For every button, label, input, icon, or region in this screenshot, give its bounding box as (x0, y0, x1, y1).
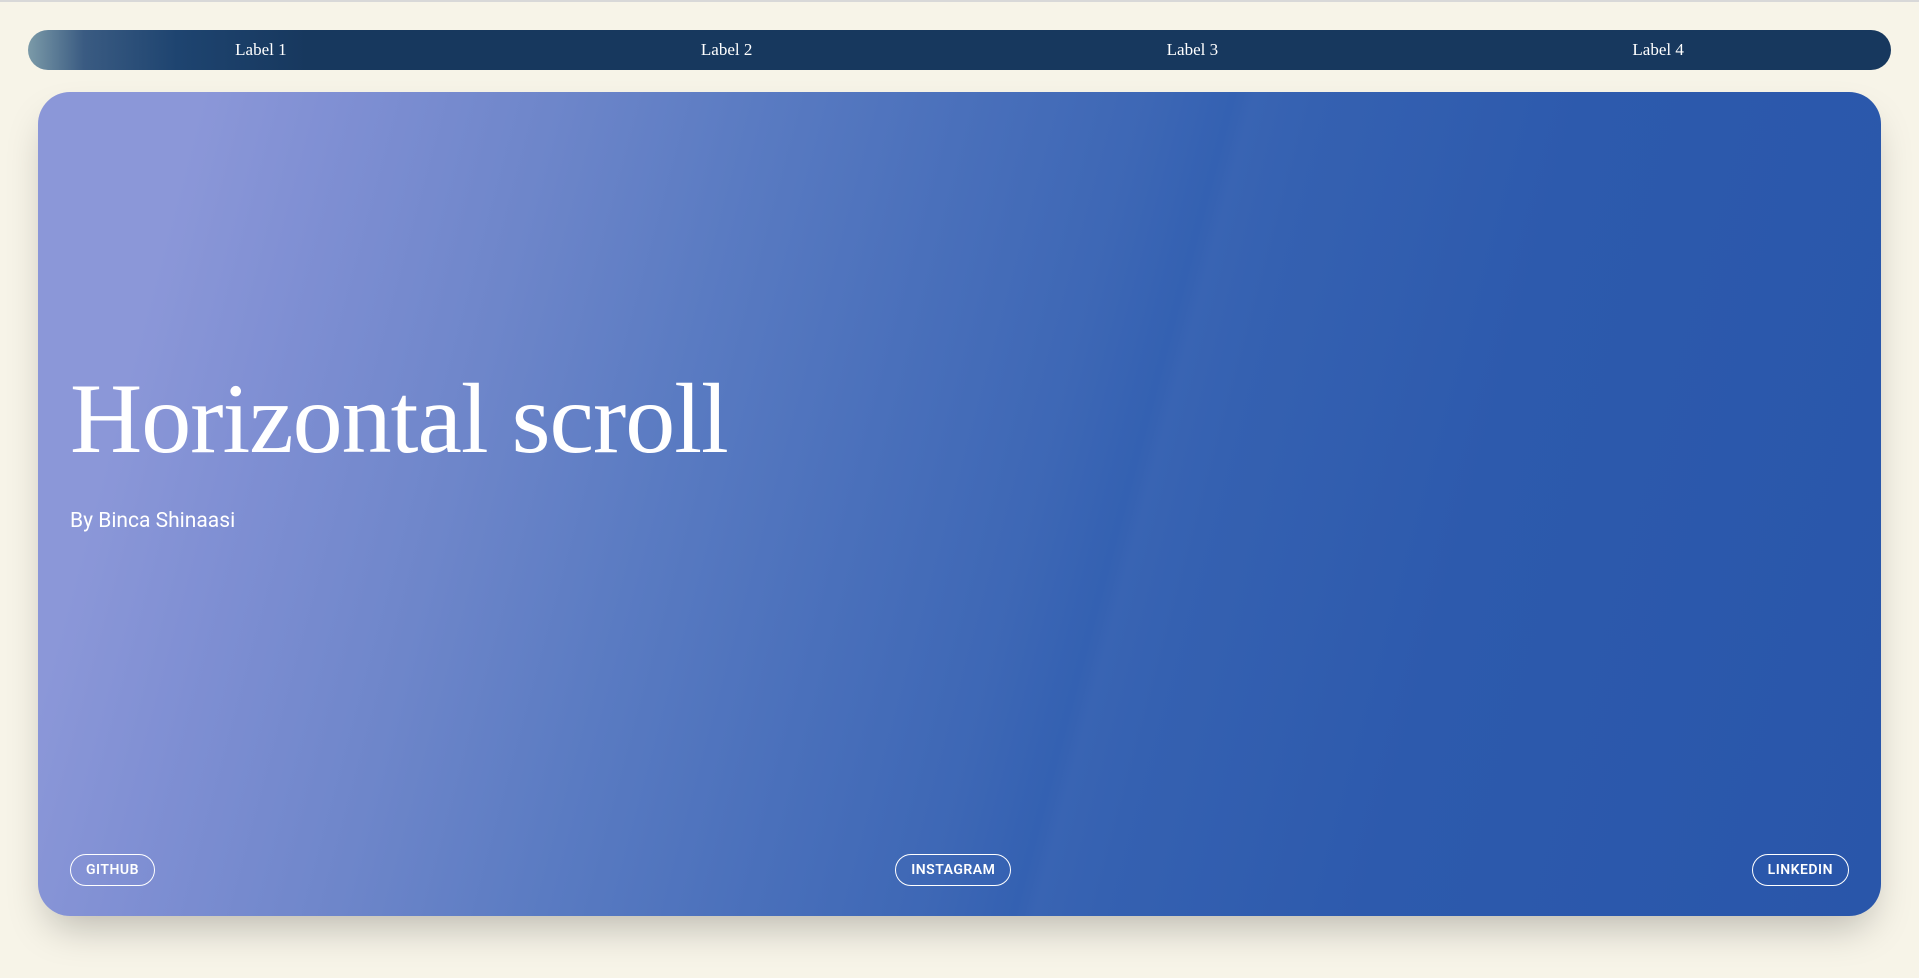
social-row: GITHUB INSTAGRAM LINKEDIN (70, 854, 1849, 886)
hero-content: Horizontal scroll By Binca Shinaasi (70, 92, 1849, 916)
instagram-link[interactable]: INSTAGRAM (895, 854, 1011, 886)
top-nav: Label 1 Label 2 Label 3 Label 4 (28, 30, 1891, 70)
nav-item-4[interactable]: Label 4 (1425, 40, 1891, 60)
nav-item-3[interactable]: Label 3 (960, 40, 1426, 60)
hero-author: By Binca Shinaasi (70, 509, 235, 533)
github-link[interactable]: GITHUB (70, 854, 155, 886)
nav-item-2[interactable]: Label 2 (494, 40, 960, 60)
nav-item-1[interactable]: Label 1 (28, 40, 494, 60)
hero-card[interactable]: Horizontal scroll By Binca Shinaasi GITH… (38, 92, 1881, 916)
linkedin-link[interactable]: LINKEDIN (1752, 854, 1849, 886)
hero-title: Horizontal scroll (70, 366, 728, 471)
